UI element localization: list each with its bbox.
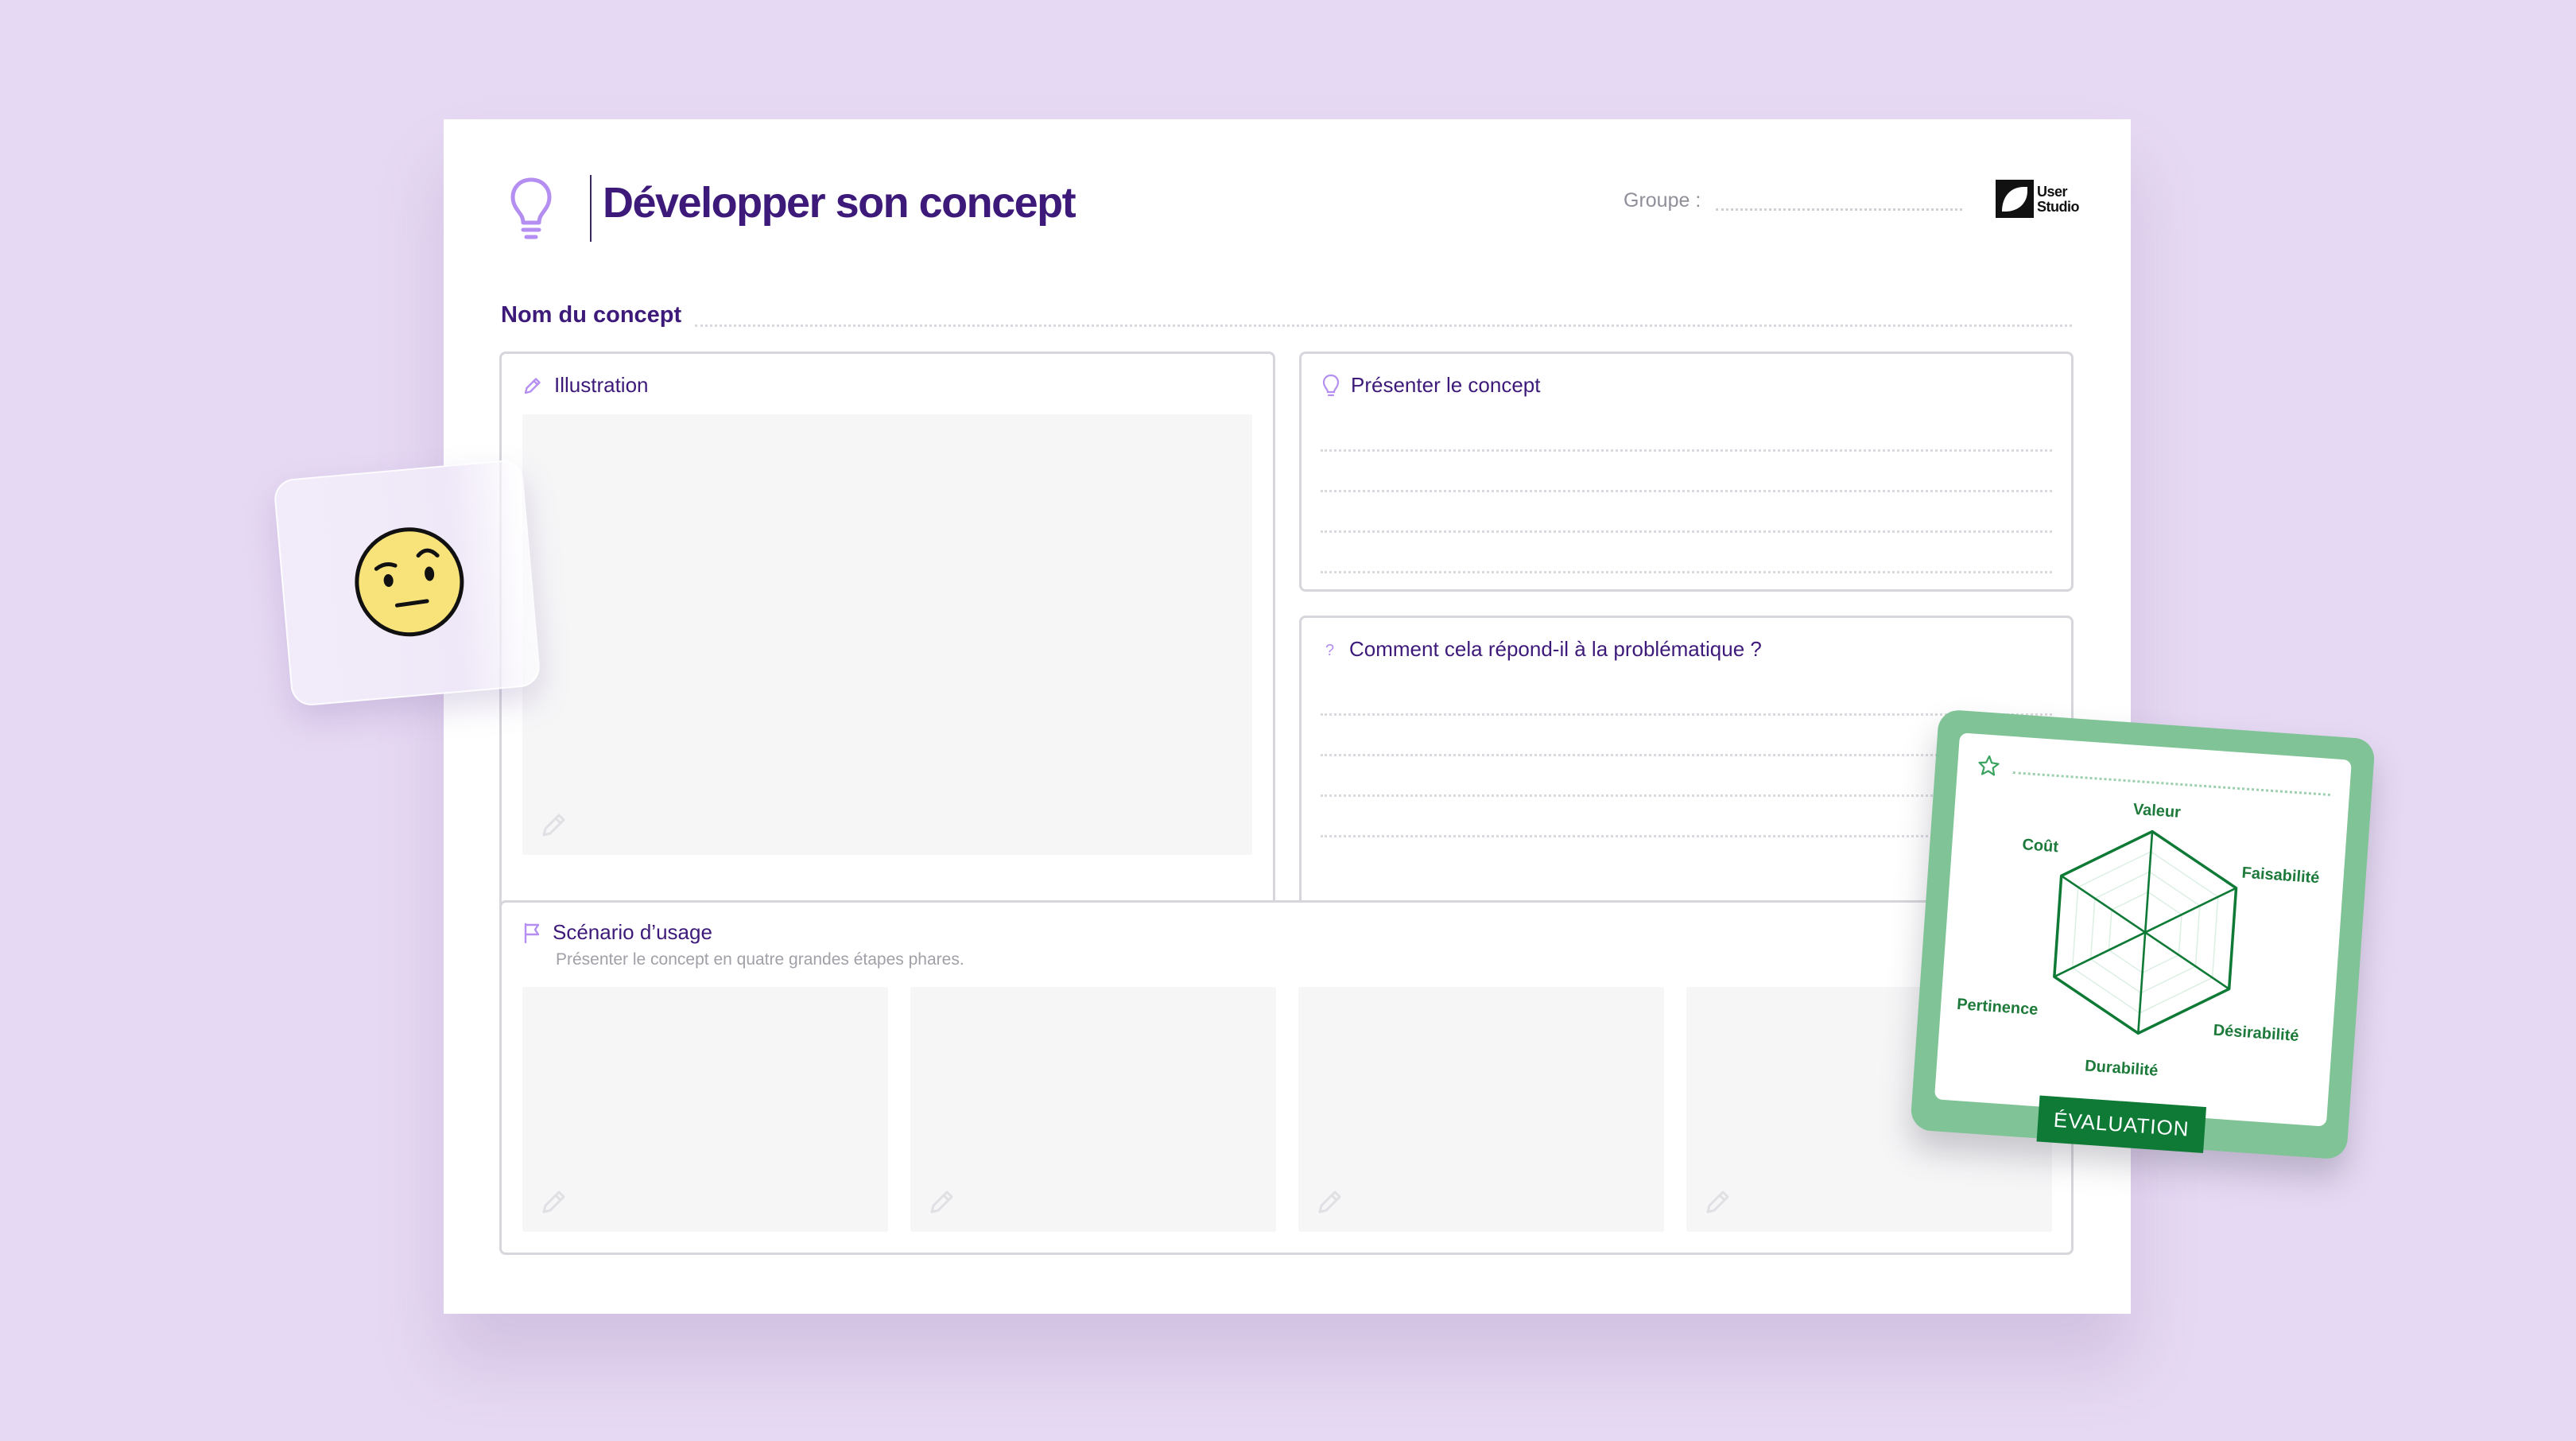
pencil-icon [542,1190,565,1214]
problem-answer-title: Comment cela répond-il à la problématiqu… [1349,637,1762,661]
present-concept-panel: Présenter le concept [1299,352,2074,592]
skeptical-face-emoji [355,527,464,637]
lightbulb-icon [1322,374,1340,396]
group-label: Groupe : [1624,189,1701,212]
flag-icon [524,922,540,943]
usage-scenario-title: Scénario d’usage [553,920,712,944]
group-input-line[interactable] [1716,208,1962,211]
present-concept-title: Présenter le concept [1351,373,1541,397]
brand-text: User Studio [2037,184,2080,215]
question-mark-icon: ? [1325,642,1334,659]
illustration-title: Illustration [554,373,649,397]
page-title: Développer son concept [603,179,1077,227]
usage-scenario-panel: Scénario d’usage Présenter le concept en… [499,900,2074,1255]
concept-name-label: Nom du concept [501,302,682,328]
star-icon [1978,755,2000,776]
evaluation-card: Valeur Faisabilité Désirabilité Durabili… [1910,709,2376,1160]
usage-scenario-header: Scénario d’usage [522,920,712,945]
pencil-icon [930,1190,953,1214]
scenario-step-2[interactable] [910,987,1276,1232]
problem-answer-header: ? Comment cela répond-il à la problémati… [1322,637,1762,662]
lightbulb-icon [510,177,552,239]
usage-scenario-subtitle: Présenter le concept en quatre grandes é… [556,950,964,969]
scenario-step-3[interactable] [1298,987,1664,1232]
axis-label-valeur: Valeur [2132,800,2182,821]
pencil-icon [1318,1190,1341,1214]
present-concept-header: Présenter le concept [1322,373,1540,398]
present-concept-lines[interactable] [1321,411,2052,573]
pencil-icon [524,377,541,394]
illustration-drawing-area[interactable] [522,414,1252,855]
evaluation-name-line[interactable] [2012,771,2330,797]
illustration-header: Illustration [522,373,649,398]
emoji-sticker-card [273,458,541,708]
pencil-icon [542,814,565,837]
pencil-icon [1706,1190,1729,1214]
axis-label-cout: Coût [2021,836,2059,856]
evaluation-card-inner: Valeur Faisabilité Désirabilité Durabili… [1934,732,2352,1127]
user-studio-logo-icon [1996,180,2034,218]
scenario-step-1[interactable] [522,987,888,1232]
title-separator [590,175,592,242]
svg-text:?: ? [1325,642,1334,659]
brand-logo: User Studio [1996,177,2080,221]
concept-name-input-line[interactable] [695,324,2072,327]
concept-worksheet: Développer son concept Groupe : User Stu… [444,119,2131,1314]
